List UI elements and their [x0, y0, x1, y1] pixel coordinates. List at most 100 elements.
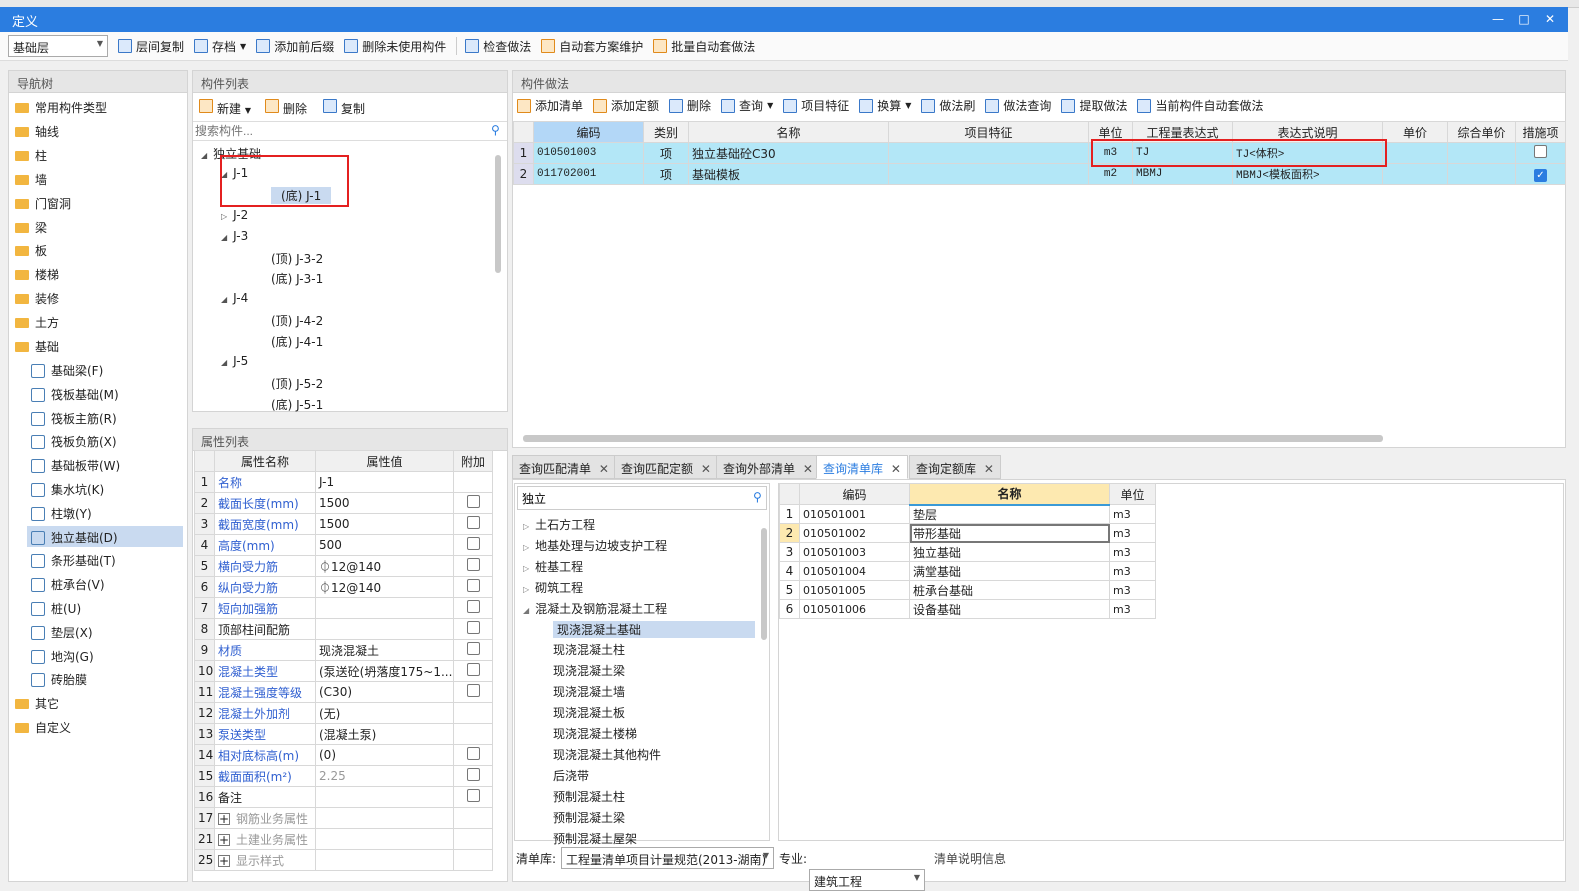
- nav-item[interactable]: 桩承台(V): [27, 573, 183, 594]
- category-tree-item[interactable]: 预制混凝土屋架: [553, 830, 637, 847]
- cell-feat[interactable]: [888, 142, 1089, 164]
- nav-item[interactable]: 桩(U): [27, 597, 183, 618]
- collapse-icon[interactable]: ◢: [221, 358, 227, 367]
- nav-folder[interactable]: 墙: [15, 171, 47, 188]
- close-icon[interactable]: ✕: [701, 462, 711, 476]
- column-header[interactable]: 名称: [909, 483, 1110, 506]
- property-row[interactable]: 16 备注: [194, 786, 493, 808]
- attach-checkbox[interactable]: [466, 621, 480, 634]
- property-row[interactable]: 25 + 显示样式: [194, 849, 493, 871]
- cell-code[interactable]: 011702001: [533, 163, 644, 185]
- close-icon[interactable]: ✕: [599, 462, 609, 476]
- nav-item[interactable]: 筏板负筋(X): [27, 430, 183, 451]
- bill-row[interactable]: 5 010501005 桩承台基础 m3: [779, 580, 1156, 600]
- property-value[interactable]: [315, 597, 454, 619]
- nav-item[interactable]: 垫层(X): [27, 621, 183, 642]
- category-tree-item[interactable]: ▷ 土石方工程: [523, 516, 595, 533]
- attach-checkbox[interactable]: [466, 642, 480, 655]
- property-row[interactable]: 15 截面面积(m²) 2.25: [194, 765, 493, 787]
- cell-price[interactable]: [1382, 163, 1448, 185]
- cell-unit[interactable]: m3: [1109, 504, 1156, 524]
- nav-item[interactable]: 柱墩(Y): [27, 502, 183, 523]
- nav-folder[interactable]: 其它: [15, 695, 59, 712]
- search-icon[interactable]: ⚲: [491, 123, 500, 137]
- property-row[interactable]: 5 横向受力筋 ⏀12@140: [194, 555, 493, 577]
- nav-item[interactable]: 筏板主筋(R): [27, 407, 183, 428]
- collapse-icon[interactable]: ◢: [221, 295, 227, 304]
- minimize-button[interactable]: —: [1484, 7, 1512, 32]
- attach-checkbox[interactable]: [466, 789, 480, 802]
- attach-checkbox[interactable]: [466, 579, 480, 592]
- property-row[interactable]: 21 + 土建业务属性: [194, 828, 493, 850]
- attach-checkbox[interactable]: [466, 684, 480, 697]
- method-toolbar-button-4[interactable]: 项目特征: [783, 97, 849, 114]
- category-tree-item[interactable]: ◢ 混凝土及钢筋混凝土工程: [523, 600, 667, 617]
- attach-checkbox[interactable]: [466, 516, 480, 529]
- category-tree-item[interactable]: 现浇混凝土楼梯: [553, 725, 637, 742]
- cell-code[interactable]: 010501001: [799, 504, 910, 524]
- measure-checkbox[interactable]: [1534, 145, 1547, 158]
- cell-name[interactable]: 独立基础砼C30: [688, 142, 889, 164]
- close-icon[interactable]: ✕: [984, 462, 994, 476]
- component-tree-item[interactable]: (底) J-3-1: [271, 270, 323, 287]
- cell-code[interactable]: 010501002: [799, 523, 910, 543]
- nav-folder[interactable]: 门窗洞: [15, 195, 71, 212]
- nav-folder[interactable]: 装修: [15, 290, 59, 307]
- category-tree-item[interactable]: 预制混凝土柱: [553, 788, 625, 805]
- category-tree-item[interactable]: 现浇混凝土墙: [553, 683, 625, 700]
- method-toolbar-button-2[interactable]: 删除: [669, 97, 711, 114]
- cell-unit[interactable]: m3: [1109, 542, 1156, 562]
- bill-row[interactable]: 6 010501006 设备基础 m3: [779, 599, 1156, 619]
- toolbar-button-3[interactable]: 删除未使用构件: [344, 37, 446, 55]
- bill-row[interactable]: 4 010501004 满堂基础 m3: [779, 561, 1156, 581]
- cell-unit[interactable]: m3: [1109, 599, 1156, 619]
- cell-name[interactable]: 满堂基础: [909, 561, 1110, 581]
- property-value[interactable]: [315, 618, 454, 640]
- component-tree-item[interactable]: (顶) J-3-2: [271, 250, 323, 267]
- component-tree-item[interactable]: ▷ J-2: [221, 208, 248, 222]
- property-row[interactable]: 1 名称 J-1: [194, 471, 493, 493]
- cell-name[interactable]: 独立基础: [909, 542, 1110, 562]
- cell-code[interactable]: 010501003: [799, 542, 910, 562]
- nav-item[interactable]: 基础板带(W): [27, 454, 183, 475]
- expand-icon[interactable]: ▷: [523, 585, 529, 594]
- category-tree-item[interactable]: 现浇混凝土其他构件: [553, 746, 661, 763]
- property-value[interactable]: [315, 849, 454, 871]
- query-tab[interactable]: 查询清单库 ✕: [816, 455, 908, 479]
- nav-folder[interactable]: 轴线: [15, 123, 59, 140]
- category-tree-item[interactable]: 预制混凝土梁: [553, 809, 625, 826]
- property-value[interactable]: (无): [315, 702, 454, 724]
- floor-select[interactable]: 基础层 ▼: [8, 35, 108, 57]
- property-row[interactable]: 9 材质 现浇混凝土: [194, 639, 493, 661]
- toolbar-button-1[interactable]: 存档 ▼: [194, 37, 246, 55]
- column-header[interactable]: 综合单价: [1447, 121, 1516, 143]
- close-button[interactable]: ✕: [1536, 7, 1564, 32]
- query-tab[interactable]: 查询外部清单 ✕: [716, 455, 820, 479]
- method-row[interactable]: 2 011702001 项基础模板 m2 MBMJ MBMJ<模板面积> ✓: [513, 163, 1566, 185]
- component-search-input[interactable]: [193, 121, 507, 141]
- property-value[interactable]: (混凝土泵): [315, 723, 454, 745]
- cell-type[interactable]: 项: [643, 142, 689, 164]
- query-tab[interactable]: 查询定额库 ✕: [909, 455, 1001, 479]
- cell-name[interactable]: 带形基础: [909, 523, 1110, 543]
- method-toolbar-button-1[interactable]: 添加定额: [593, 97, 659, 114]
- property-value[interactable]: J-1: [315, 471, 454, 493]
- toolbar-button-2[interactable]: 添加前后缀: [256, 37, 334, 55]
- expand-icon[interactable]: ▷: [221, 212, 227, 221]
- nav-folder[interactable]: 土方: [15, 314, 59, 331]
- toolbar-button-4[interactable]: 检查做法: [465, 37, 531, 55]
- method-toolbar-button-9[interactable]: 当前构件自动套做法: [1137, 97, 1263, 114]
- nav-item[interactable]: 基础梁(F): [27, 359, 183, 380]
- method-toolbar-button-7[interactable]: 做法查询: [985, 97, 1051, 114]
- method-toolbar-button-6[interactable]: 做法刷: [921, 97, 975, 114]
- bill-row[interactable]: 2 010501002 带形基础 m3: [779, 523, 1156, 543]
- property-value[interactable]: 1500: [315, 513, 454, 535]
- cell-feat[interactable]: [888, 163, 1089, 185]
- vertical-scrollbar[interactable]: [495, 155, 501, 273]
- property-row[interactable]: 17 + 钢筋业务属性: [194, 807, 493, 829]
- column-header[interactable]: 单位: [1109, 483, 1156, 505]
- method-toolbar-button-0[interactable]: 添加清单: [517, 97, 583, 114]
- category-tree-item[interactable]: ▷ 地基处理与边坡支护工程: [523, 537, 667, 554]
- property-row[interactable]: 10 混凝土类型 (泵送砼(坍落度175~1...: [194, 660, 493, 682]
- expand-icon[interactable]: ▷: [523, 543, 529, 552]
